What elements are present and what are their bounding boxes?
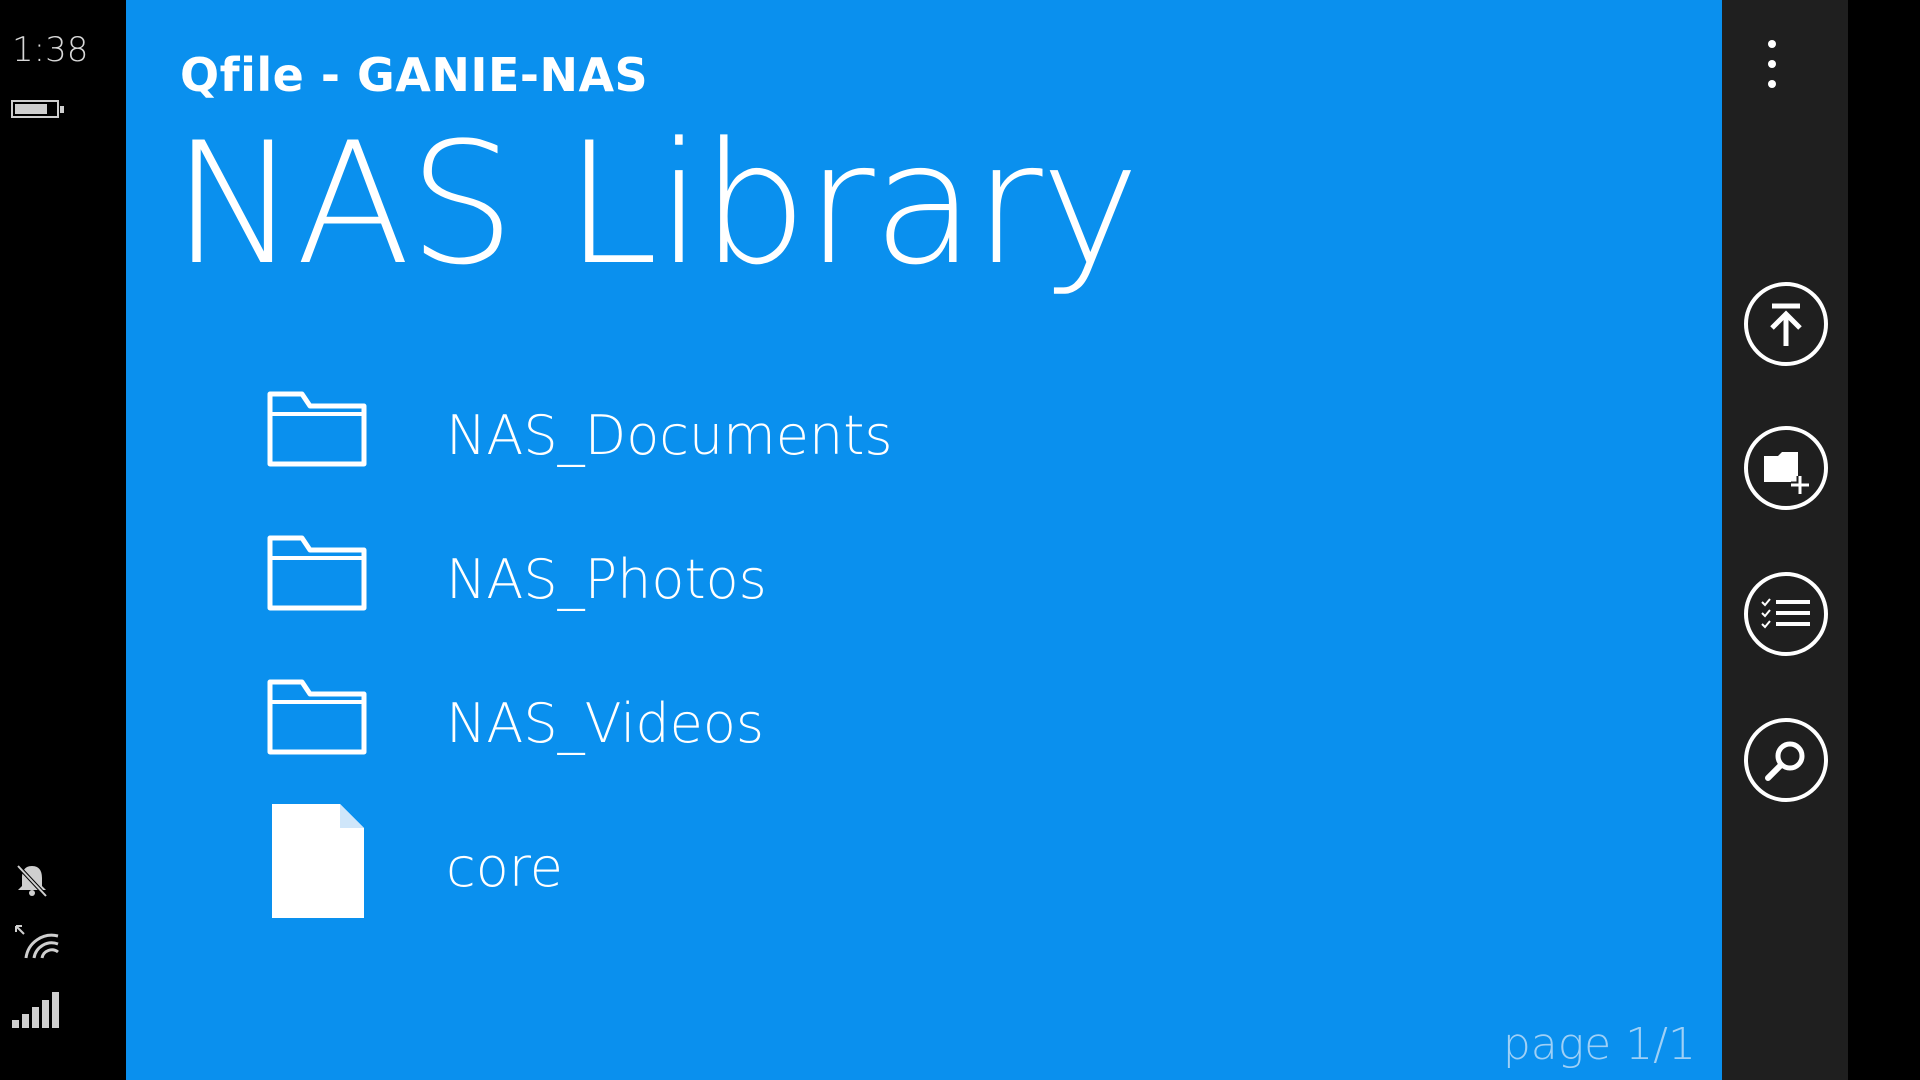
- select-list-icon: [1761, 598, 1810, 629]
- battery-icon: [11, 100, 64, 118]
- file-name: NAS_Photos: [446, 548, 767, 611]
- folder-icon: [267, 535, 367, 611]
- new-folder-button[interactable]: [1744, 426, 1828, 510]
- search-icon: [1765, 741, 1805, 781]
- list-item-nas-documents[interactable]: NAS_Documents: [266, 380, 1166, 524]
- file-name: NAS_Documents: [446, 404, 893, 467]
- list-item-core[interactable]: core: [266, 804, 1166, 956]
- select-button[interactable]: [1744, 572, 1828, 656]
- more-options-icon[interactable]: [1766, 40, 1778, 88]
- upload-button[interactable]: [1744, 282, 1828, 366]
- new-folder-icon: [1764, 452, 1809, 494]
- main-panel: Qfile - GANIE-NAS NAS Library NAS_Docume…: [126, 0, 1722, 1080]
- quiet-hours-icon: [16, 864, 48, 898]
- file-name: core: [446, 836, 563, 899]
- page-title: NAS Library: [172, 106, 1140, 302]
- folder-icon: [267, 679, 367, 755]
- upload-icon: [1770, 303, 1802, 346]
- status-bar: 1:38: [0, 0, 126, 1080]
- list-item-nas-videos[interactable]: NAS_Videos: [266, 668, 1166, 812]
- list-item-nas-photos[interactable]: NAS_Photos: [266, 524, 1166, 668]
- document-icon: [272, 804, 364, 918]
- app-title: Qfile - GANIE-NAS: [180, 48, 649, 102]
- clock: 1:38: [12, 30, 89, 70]
- wifi-icon: [15, 925, 59, 959]
- file-name: NAS_Videos: [446, 692, 765, 755]
- signal-strength-icon: [12, 992, 59, 1028]
- search-button[interactable]: [1744, 718, 1828, 802]
- screen-edge: [1848, 0, 1920, 1080]
- app-bar: [1722, 0, 1848, 1080]
- battery-level: [15, 104, 47, 114]
- page-indicator: page 1/1: [1502, 1019, 1696, 1070]
- folder-icon: [267, 391, 367, 467]
- file-list: NAS_Documents NAS_Photos NAS_Videos core: [266, 380, 1166, 956]
